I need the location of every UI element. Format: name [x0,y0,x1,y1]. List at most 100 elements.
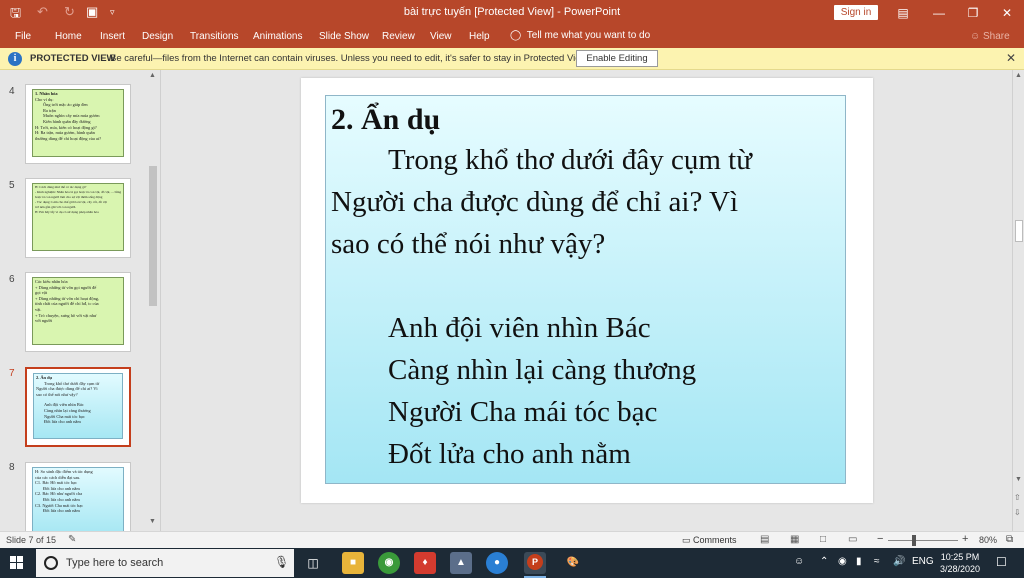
restore-icon[interactable]: ❐ [958,3,988,23]
tell-me-search[interactable]: ◯ Tell me what you want to do [510,30,650,41]
thumbnail-content: Các kiểu nhân hóa + Dùng những từ vốn gọ… [32,277,124,345]
poem-line: Người Cha mái tóc bạc [388,396,658,428]
thumbnail-content: H: So sánh đặc điểm và tác dụng của các … [32,467,124,531]
slide-thumbnail-6[interactable]: Các kiểu nhân hóa + Dùng những từ vốn gọ… [25,272,131,352]
wifi-icon[interactable]: ≈ [874,556,880,567]
question-line: Người cha được dùng để chỉ ai? Vì [331,186,739,218]
save-icon[interactable]: 🖫 [10,4,21,26]
share-label: Share [983,31,1010,42]
comment-icon: ▭ [682,535,691,545]
customize-toolbar-icon[interactable]: ▿ [110,7,115,18]
thumbnail-content: H: Cách dùng như thế có tác dụng gì? - K… [32,183,124,251]
people-icon[interactable]: ☺ [794,556,804,567]
taskbar-search-box[interactable]: Type here to search 🎙 [36,549,294,577]
slide-scrollbar[interactable]: ▲ ▼ ⇧ ⇩ [1012,70,1024,531]
thumbnail-content: 2. Ẩn dụ Trong khổ thơ dưới đây cụm từ N… [33,373,123,439]
scroll-down-icon[interactable]: ▼ [1015,476,1022,483]
normal-view-icon[interactable]: ▤ [760,534,769,545]
slide-sorter-icon[interactable]: ▦ [790,534,799,545]
slide-thumbnail-7[interactable]: 2. Ẩn dụ Trong khổ thơ dưới đây cụm từ N… [25,367,131,447]
redo-icon[interactable]: ↻ [64,4,75,20]
slide-thumbnail-4[interactable]: 1. Nhân hóa Cho ví dụ: Ông trời mặc áo g… [25,84,131,164]
tell-me-label: Tell me what you want to do [526,30,651,41]
thumbnail-line: Đốt lửa cho anh nằm [43,508,80,514]
task-view-icon[interactable]: ◫ [302,552,324,574]
thumbnail-content: 1. Nhân hóa Cho ví dụ: Ông trời mặc áo g… [32,89,124,157]
unikey-icon[interactable]: ♦ [414,552,436,574]
slide-show-icon[interactable]: ▭ [848,534,857,545]
undo-icon[interactable]: ↶ [37,4,48,20]
battery-icon[interactable]: ▮ [856,556,862,567]
file-explorer-icon[interactable]: ■ [342,552,364,574]
scroll-down-icon[interactable]: ▼ [149,518,156,525]
spelling-check-icon[interactable]: ✎ [68,534,76,545]
zoom-slider-handle[interactable] [912,535,916,546]
protected-view-label: PROTECTED VIEW [30,53,116,64]
messaging-app-icon[interactable]: ● [486,552,508,574]
photo-app-icon[interactable]: ▲ [450,552,472,574]
microphone-icon[interactable]: 🎙 [274,555,289,569]
enable-editing-button[interactable]: Enable Editing [576,50,658,67]
fit-slide-icon[interactable]: ⧉ [1006,534,1013,545]
input-language[interactable]: ENG [912,556,934,567]
action-center-icon[interactable]: ☐ [996,555,1007,569]
protected-view-message: Be careful—files from the Internet can c… [110,53,590,64]
info-icon: i [8,52,22,66]
scrollbar-thumb[interactable] [149,166,157,306]
tab-help[interactable]: Help [469,31,490,42]
minimize-icon[interactable]: — [924,3,954,23]
tab-view[interactable]: View [430,31,452,42]
zoom-out-icon[interactable]: − [877,533,883,545]
sign-in-button[interactable]: Sign in [834,5,878,20]
tab-file[interactable]: File [15,31,31,42]
ribbon-display-options-icon[interactable]: ▤ [888,3,918,23]
slide-text-box[interactable]: 2. Ẩn dụ Trong khổ thơ dưới đây cụm từ N… [325,95,846,484]
volume-icon[interactable]: 🔊 [893,556,905,567]
reading-view-icon[interactable]: □ [820,534,826,545]
current-slide[interactable]: 2. Ẩn dụ Trong khổ thơ dưới đây cụm từ N… [301,78,873,503]
tab-insert[interactable]: Insert [100,31,125,42]
thumbnail-number: 5 [9,180,15,191]
previous-slide-icon[interactable]: ⇧ [1014,493,1021,502]
share-button[interactable]: ☺ Share [970,31,1010,42]
coccoc-browser-icon[interactable]: ◉ [378,552,400,574]
tab-transitions[interactable]: Transitions [190,31,239,42]
person-icon: ☺ [970,31,981,42]
slide-thumbnail-8[interactable]: H: So sánh đặc điểm và tác dụng của các … [25,462,131,531]
ribbon-tabs: File Home Insert Design Transitions Anim… [0,26,1024,48]
start-from-beginning-icon[interactable]: ▣ [86,4,98,20]
tab-home[interactable]: Home [55,31,82,42]
windows-start-icon[interactable] [10,556,24,570]
tab-design[interactable]: Design [142,31,173,42]
question-line: sao có thể nói như vậy? [331,228,606,260]
poem-line: Càng nhìn lại càng thương [388,354,697,386]
comments-button[interactable]: ▭ Comments [682,535,737,546]
status-bar: Slide 7 of 15 ✎ ▭ Comments ▤ ▦ □ ▭ − + 8… [0,531,1024,548]
zoom-in-icon[interactable]: + [962,533,968,545]
poem-line: Anh đội viên nhìn Bác [388,312,651,344]
powerpoint-taskbar-icon[interactable]: P [524,552,546,578]
close-icon[interactable]: ✕ [992,3,1022,23]
close-message-bar-icon[interactable]: ✕ [1006,51,1016,65]
scroll-up-icon[interactable]: ▲ [1015,72,1022,79]
thumbnail-scrollbar[interactable]: ▲ ▼ [147,70,159,531]
title-bar: 🖫 ↶ ↻ ▣ ▿ bài trực tuyến [Protected View… [0,0,1024,26]
windows-taskbar: Type here to search 🎙 ◫ ■ ◉ ♦ ▲ ● P 🎨 ☺ … [0,548,1024,578]
scroll-up-icon[interactable]: ▲ [149,72,156,79]
show-hidden-icons[interactable]: ⌃ [820,556,828,567]
next-slide-icon[interactable]: ⇩ [1014,508,1021,517]
thumbnail-number: 8 [9,462,15,473]
zalo-tray-icon[interactable]: ◉ [838,556,847,567]
cortana-icon [44,556,58,570]
zoom-level[interactable]: 80% [979,535,997,545]
slide-heading: 2. Ẩn dụ [331,103,441,136]
zoom-slider[interactable] [888,540,958,541]
tab-animations[interactable]: Animations [253,31,302,42]
tab-review[interactable]: Review [382,31,415,42]
paint-app-icon[interactable]: 🎨 [562,552,584,574]
scrollbar-thumb[interactable] [1015,220,1023,242]
thumbnail-number: 7 [9,368,15,379]
tab-slide-show[interactable]: Slide Show [319,31,369,42]
slide-thumbnail-5[interactable]: H: Cách dùng như thế có tác dụng gì? - K… [25,178,131,258]
system-clock[interactable]: 10:25 PM 3/28/2020 [938,551,982,575]
